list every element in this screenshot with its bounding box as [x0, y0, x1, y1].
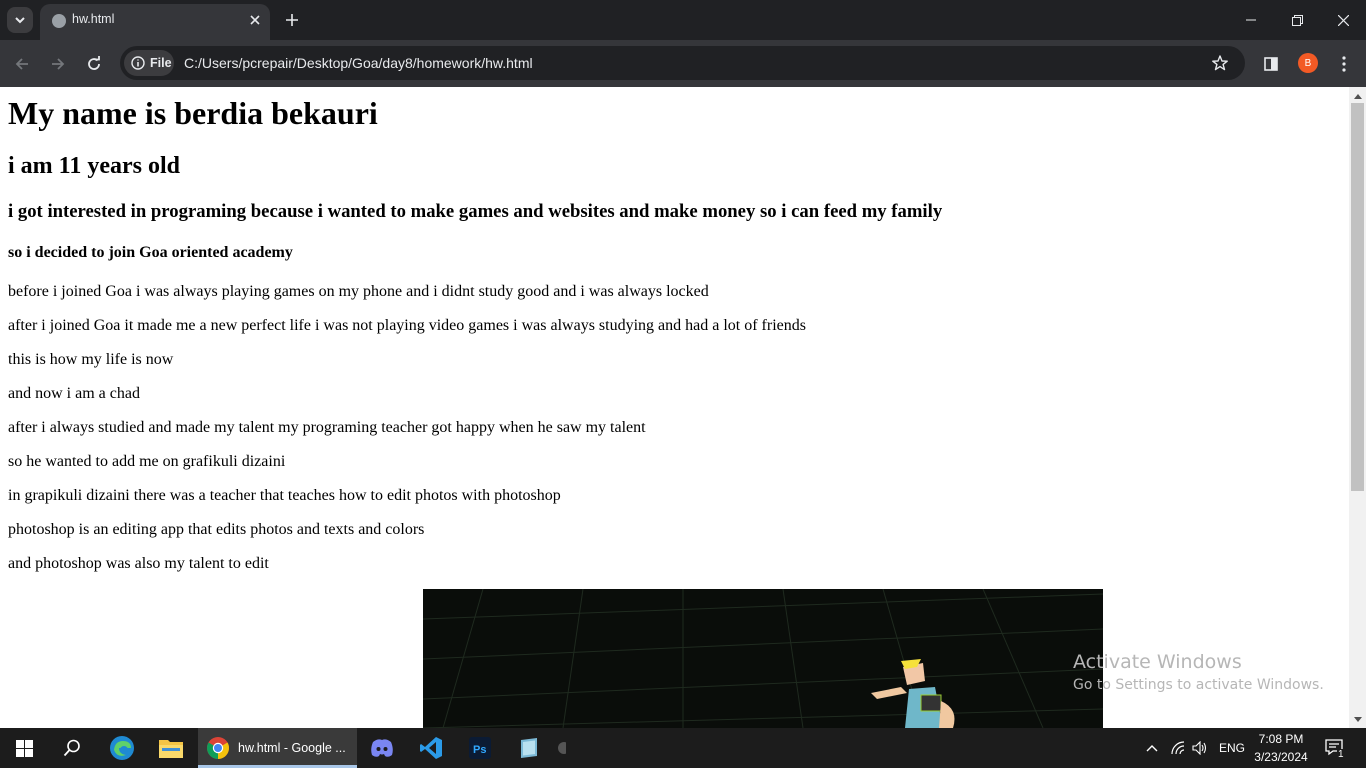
site-info-chip[interactable]: File	[124, 50, 174, 76]
taskbar-clock[interactable]: 7:08 PM 3/23/2024	[1248, 730, 1314, 766]
taskbar-vscode[interactable]	[407, 728, 455, 768]
page-heading-academy: so i decided to join Goa oriented academ…	[8, 244, 293, 261]
edge-browser-icon	[110, 736, 134, 760]
hero-image	[423, 589, 1103, 728]
new-tab-button[interactable]	[282, 10, 302, 30]
paragraph: photoshop is an editing app that edits p…	[8, 521, 425, 538]
taskbar-photoshop[interactable]: Ps	[456, 728, 504, 768]
paragraph: before i joined Goa i was always playing…	[8, 283, 709, 300]
wifi-icon	[1171, 741, 1185, 755]
partial-app-icon	[558, 742, 566, 754]
paragraph: after i always studied and made my talen…	[8, 419, 646, 436]
browser-tab-strip: hw.html	[0, 0, 1366, 40]
clock-time: 7:08 PM	[1258, 732, 1304, 746]
scrollbar-thumb[interactable]	[1351, 103, 1364, 491]
site-info-label: File	[150, 56, 172, 70]
vertical-scrollbar[interactable]	[1349, 87, 1366, 728]
taskbar-file-explorer[interactable]	[147, 728, 195, 768]
watermark-title: Activate Windows	[1073, 651, 1242, 673]
discord-icon	[371, 739, 393, 757]
input-language[interactable]: ENG	[1219, 741, 1245, 755]
profile-avatar[interactable]: B	[1298, 53, 1318, 73]
close-icon	[1337, 14, 1349, 26]
app-tile-icon	[521, 738, 537, 758]
start-button[interactable]	[0, 728, 48, 768]
reload-button[interactable]	[80, 50, 108, 78]
speaker-icon	[1192, 741, 1207, 755]
plus-icon	[286, 14, 298, 26]
clock-date: 3/23/2024	[1254, 750, 1308, 764]
paragraph: and photoshop was also my talent to edit	[8, 555, 269, 572]
paragraph: after i joined Goa it made me a new perf…	[8, 317, 806, 334]
tray-overflow-button[interactable]	[1142, 728, 1162, 768]
arrow-right-icon	[52, 58, 65, 70]
cartoon-grid-illustration	[423, 589, 1103, 728]
paragraph: and now i am a chad	[8, 385, 140, 402]
paragraph: in grapikuli dizaini there was a teacher…	[8, 487, 561, 504]
taskbar-chrome-active[interactable]: hw.html - Google ...	[198, 728, 357, 768]
taskbar-app[interactable]	[505, 728, 553, 768]
scroll-up-button[interactable]	[1349, 87, 1366, 104]
arrow-left-icon	[15, 58, 28, 70]
tab-title: hw.html	[72, 12, 115, 26]
search-icon	[63, 739, 80, 757]
chrome-icon	[207, 737, 229, 759]
triangle-down-icon	[1353, 716, 1362, 722]
info-icon	[131, 56, 145, 70]
notification-center-button[interactable]	[1322, 728, 1348, 768]
address-bar[interactable]: File C:/Users/pcrepair/Desktop/Goa/day8/…	[120, 46, 1245, 80]
chevron-up-icon	[1146, 745, 1158, 752]
page-viewport: My name is berdia bekauri i am 11 years …	[0, 87, 1349, 728]
page-heading-name: My name is berdia bekauri	[8, 95, 378, 131]
taskbar-discord[interactable]	[358, 728, 406, 768]
svg-text:Ps: Ps	[473, 744, 486, 756]
chevron-down-icon	[15, 17, 25, 24]
photoshop-icon: Ps	[469, 737, 491, 759]
folder-icon	[159, 740, 183, 758]
paragraph: this is how my life is now	[8, 351, 174, 368]
minimize-button[interactable]	[1228, 0, 1274, 40]
watermark-subtitle: Go to Settings to activate Windows.	[1073, 677, 1324, 693]
restore-button[interactable]	[1274, 0, 1320, 40]
browser-tab-active[interactable]: hw.html	[40, 4, 270, 40]
reload-icon	[88, 56, 100, 70]
globe-icon	[52, 14, 66, 28]
browser-menu-button[interactable]	[1334, 53, 1354, 75]
windows-logo-icon	[15, 739, 33, 757]
minimize-icon	[1246, 19, 1256, 21]
paragraph: so he wanted to add me on grafikuli diza…	[8, 453, 286, 470]
tab-search-button[interactable]	[7, 7, 33, 33]
close-tab-button[interactable]	[246, 11, 264, 29]
taskbar-overflow[interactable]	[553, 728, 569, 768]
taskbar-search-button[interactable]	[48, 728, 96, 768]
windows-taskbar: hw.html - Google ... Ps ENG 7:08 PM 3/23…	[0, 728, 1366, 768]
kebab-menu-icon	[1342, 56, 1346, 72]
network-button[interactable]	[1168, 728, 1188, 768]
forward-button[interactable]	[44, 50, 72, 78]
triangle-up-icon	[1353, 93, 1362, 99]
notification-count: 1	[1337, 749, 1345, 760]
taskbar-chrome-label: hw.html - Google ...	[238, 741, 346, 755]
bookmark-button[interactable]	[1210, 53, 1230, 73]
side-panel-button[interactable]	[1260, 54, 1282, 74]
taskbar-edge[interactable]	[98, 728, 146, 768]
star-icon	[1212, 55, 1228, 71]
close-icon	[250, 15, 260, 25]
volume-button[interactable]	[1190, 728, 1210, 768]
restore-icon	[1291, 14, 1303, 26]
close-window-button[interactable]	[1320, 0, 1366, 40]
page-heading-age: i am 11 years old	[8, 153, 180, 179]
scroll-down-button[interactable]	[1349, 711, 1366, 728]
vscode-icon	[420, 737, 442, 759]
activate-windows-watermark: Activate Windows Go to Settings to activ…	[1073, 650, 1324, 696]
side-panel-icon	[1264, 57, 1278, 71]
back-button[interactable]	[8, 50, 36, 78]
browser-toolbar: File C:/Users/pcrepair/Desktop/Goa/day8/…	[0, 40, 1366, 87]
page-heading-interest: i got interested in programing because i…	[8, 201, 943, 222]
url-text[interactable]: C:/Users/pcrepair/Desktop/Goa/day8/homew…	[184, 55, 533, 71]
